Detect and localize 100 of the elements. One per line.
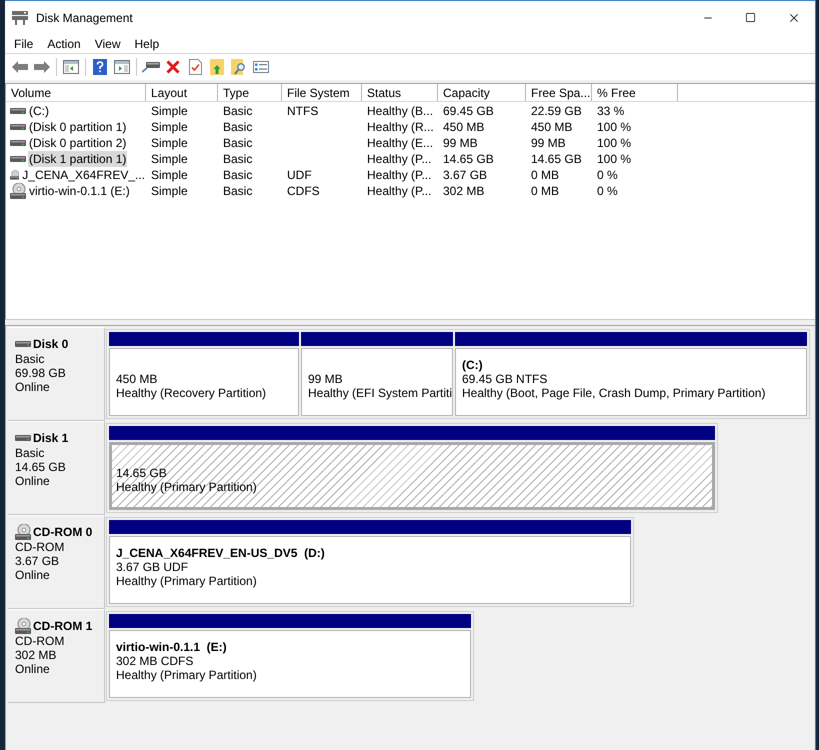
disk-info-panel[interactable]: CD-ROM 0 CD-ROM 3.67 GB Online: [8, 515, 105, 609]
partition-status: Healthy (Boot, Page File, Crash Dump, Primary Partition): [462, 386, 766, 400]
menu-item[interactable]: File: [7, 34, 40, 52]
table-cell: Basic: [223, 152, 252, 166]
table-cell: 99 MB: [531, 136, 566, 150]
table-cell: Basic: [223, 104, 252, 118]
cd-drive-icon: [15, 618, 31, 634]
partition-size: 3.67 GB UDF: [116, 560, 188, 574]
disk-name: CD-ROM 1: [33, 618, 92, 635]
disk-type: Basic: [15, 446, 44, 460]
table-cell: Healthy (P...: [367, 168, 432, 182]
table-cell: Simple: [151, 168, 188, 182]
table-cell: 14.65 GB: [443, 152, 494, 166]
disk-size: 302 MB: [15, 648, 56, 662]
disk-info-panel[interactable]: Disk 1 Basic 14.65 GB Online: [8, 421, 105, 515]
partition-size: 14.65 GB: [116, 466, 167, 480]
column-header[interactable]: Volume: [6, 84, 146, 101]
column-header[interactable]: File System: [282, 84, 362, 101]
checked-page-icon: [188, 59, 202, 75]
table-cell: 22.59 GB: [531, 104, 582, 118]
hard-drive-icon: [10, 108, 26, 114]
drive-cable-icon: [142, 61, 160, 73]
disk-status: Online: [15, 568, 50, 582]
partition-status: Healthy (Recovery Partition): [116, 386, 266, 400]
drive-entry[interactable]: (Disk 0 partition 2): [28, 135, 128, 151]
table-cell: 450 MB: [443, 120, 484, 134]
column-header[interactable]: Free Spa...: [526, 84, 592, 101]
table-cell: CDFS: [287, 184, 320, 198]
disk-name: Disk 0: [33, 336, 68, 353]
disk-status: Online: [15, 662, 50, 676]
table-cell: Simple: [151, 104, 188, 118]
hard-drive-icon: [10, 140, 26, 146]
volume-label: virtio-win-0.1.1 (E:): [116, 640, 227, 654]
page-magnifier-icon: [231, 59, 247, 75]
disk-info-panel[interactable]: Disk 0 Basic 69.98 GB Online: [8, 327, 105, 421]
hard-drive-icon: [15, 341, 31, 347]
checklist-icon: [253, 61, 269, 73]
table-cell: 99 MB: [443, 136, 478, 150]
disk-status: Online: [15, 380, 50, 394]
partition-status: Healthy (Primary Partition): [116, 668, 257, 682]
help-icon: [93, 59, 107, 75]
disk-status: Online: [15, 474, 50, 488]
right-arrow-icon: [34, 61, 50, 73]
table-cell: Simple: [151, 120, 188, 134]
volume-label: (C:): [462, 358, 483, 372]
table-cell: 0 MB: [531, 168, 560, 182]
window-title: Disk Management: [36, 10, 133, 26]
table-cell: Simple: [151, 152, 188, 166]
table-cell: UDF: [287, 168, 312, 182]
hard-drive-icon: [15, 435, 31, 441]
partition-size: 99 MB: [308, 372, 343, 386]
partition-status: Healthy (Primary Partition): [116, 480, 257, 494]
partition-size: 302 MB CDFS: [116, 654, 194, 668]
table-cell: 0 %: [597, 168, 618, 182]
table-cell: Healthy (E...: [367, 136, 434, 150]
menu-item[interactable]: View: [88, 34, 128, 52]
table-cell: 100 %: [597, 152, 632, 166]
partition-size: 69.45 GB NTFS: [462, 372, 548, 386]
column-header[interactable]: Capacity: [438, 84, 526, 101]
column-header[interactable]: Type: [218, 84, 282, 101]
table-cell: 302 MB: [443, 184, 484, 198]
table-cell: 450 MB: [531, 120, 572, 134]
table-cell: NTFS: [287, 104, 318, 118]
column-header[interactable]: Status: [362, 84, 438, 101]
partition-size: 450 MB: [116, 372, 158, 386]
table-cell: Basic: [223, 136, 252, 150]
left-arrow-icon: [12, 61, 28, 73]
table-cell: Basic: [223, 120, 252, 134]
disk-name: Disk 1: [33, 430, 68, 447]
table-cell: 69.45 GB: [443, 104, 494, 118]
table-cell: 33 %: [597, 104, 624, 118]
disk-size: 3.67 GB: [15, 554, 60, 568]
column-header[interactable]: % Free: [592, 84, 678, 101]
table-cell: Simple: [151, 184, 188, 198]
disk-info-panel[interactable]: CD-ROM 1 CD-ROM 302 MB Online: [8, 609, 105, 703]
hard-drive-icon: [10, 124, 26, 130]
column-header[interactable]: Layout: [146, 84, 218, 101]
window-panel-icon: [63, 60, 79, 74]
table-cell: 0 %: [597, 184, 618, 198]
table-cell: 14.65 GB: [531, 152, 582, 166]
hard-drive-icon: [10, 156, 26, 162]
table-cell: Healthy (R...: [367, 120, 434, 134]
table-cell: Healthy (B...: [367, 104, 434, 118]
x-icon: [166, 60, 180, 74]
maximize-icon: [745, 12, 756, 23]
disk-drives-icon: [12, 10, 28, 24]
drive-entry[interactable]: J_CENA_X64FREV_...: [21, 167, 146, 183]
menu-item[interactable]: Action: [40, 34, 88, 52]
table-cell: 100 %: [597, 120, 632, 134]
table-cell: Healthy (P...: [367, 152, 432, 166]
drive-entry[interactable]: (Disk 1 partition 1): [28, 151, 128, 167]
drive-entry[interactable]: virtio-win-0.1.1 (E:): [28, 183, 131, 199]
menu-item[interactable]: Help: [128, 34, 166, 52]
drive-entry[interactable]: (C:): [28, 103, 50, 119]
disk-type: CD-ROM: [15, 634, 64, 648]
disk-size: 14.65 GB: [15, 460, 66, 474]
window-panel-icon: [114, 60, 130, 74]
drive-entry[interactable]: (Disk 0 partition 1): [28, 119, 128, 135]
disk-type: Basic: [15, 352, 44, 366]
table-cell: Healthy (P...: [367, 184, 432, 198]
